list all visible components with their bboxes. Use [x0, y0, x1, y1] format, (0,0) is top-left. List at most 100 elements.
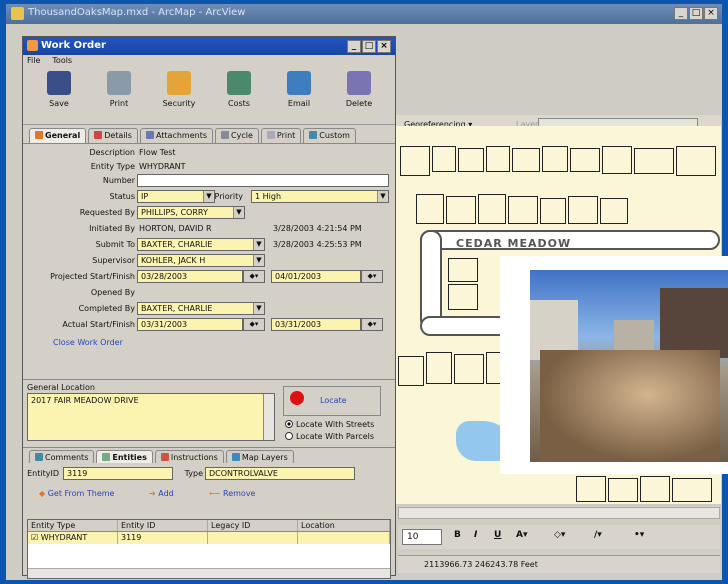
italic-button[interactable]: I — [474, 530, 477, 540]
table-horizontal-scrollbar[interactable] — [28, 568, 390, 578]
radio-locate-parcels[interactable]: Locate With Parcels — [285, 432, 374, 441]
column-entity-id[interactable]: Entity ID — [118, 520, 208, 531]
fill-color-icon[interactable]: ◇▾ — [554, 530, 565, 540]
locate-button[interactable]: Locate — [283, 386, 381, 416]
location-scrollbar[interactable] — [263, 394, 274, 440]
add-button[interactable]: ➜ Add — [149, 489, 174, 498]
priority-label: Priority — [214, 192, 243, 201]
tab-attachments[interactable]: Attachments — [139, 128, 214, 143]
map-parcel — [432, 146, 456, 172]
entities-table-header: Entity Type Entity ID Legacy ID Location — [28, 520, 390, 532]
map-street — [420, 316, 510, 336]
save-button[interactable]: Save — [29, 71, 89, 124]
requested-by-select[interactable]: PHILLIPS, CORRY ▼ — [137, 206, 245, 219]
close-icon[interactable]: × — [377, 40, 391, 53]
minimize-icon[interactable]: _ — [347, 40, 361, 53]
minimize-icon[interactable]: _ — [674, 7, 688, 20]
security-icon — [167, 71, 191, 95]
remove-icon: ⟵ — [209, 489, 224, 498]
delete-button[interactable]: Delete — [329, 71, 389, 124]
number-label: Number — [102, 176, 135, 185]
work-order-menu: File Tools — [23, 55, 395, 67]
checkbox-checked-icon[interactable]: ☑ — [31, 533, 41, 542]
bold-button[interactable]: B — [454, 530, 461, 540]
column-legacy-id[interactable]: Legacy ID — [208, 520, 298, 531]
close-work-order-link[interactable]: Close Work Order — [53, 338, 123, 347]
work-order-titlebar: Work Order _ □ × — [23, 37, 395, 55]
actual-finish-field[interactable]: 03/31/2003 — [271, 318, 361, 331]
projected-finish-field[interactable]: 04/01/2003 — [271, 270, 361, 283]
print-button[interactable]: Print — [89, 71, 149, 124]
tab-general[interactable]: General — [29, 128, 87, 143]
map-parcel — [398, 356, 424, 386]
type-field[interactable]: DCONTROLVALVE — [205, 467, 355, 480]
map-layers-tab-icon — [231, 453, 240, 461]
table-row[interactable]: ☑ WHYDRANT 3119 — [28, 532, 390, 544]
completed-by-select[interactable]: BAXTER, CHARLIE ▼ — [137, 302, 265, 315]
chevron-down-icon[interactable]: ▼ — [253, 239, 264, 250]
maximize-icon[interactable]: □ — [362, 40, 376, 53]
security-button[interactable]: Security — [149, 71, 209, 124]
marker-color-icon[interactable]: •▾ — [634, 530, 644, 540]
radio-locate-streets[interactable]: Locate With Streets — [285, 420, 374, 429]
street-photo-frame — [500, 256, 728, 474]
tab-comments[interactable]: Comments — [29, 450, 95, 463]
chevron-down-icon[interactable]: ▼ — [253, 255, 264, 266]
map-horizontal-scrollbar[interactable] — [398, 507, 720, 519]
chevron-down-icon[interactable]: ▼ — [377, 191, 388, 202]
map-parcel — [570, 148, 600, 172]
map-parcel — [602, 146, 632, 174]
location-textarea[interactable]: 2017 FAIR MEADOW DRIVE — [27, 393, 275, 441]
photo-house — [660, 288, 728, 358]
actual-finish-spinner[interactable]: ◆▾ — [361, 318, 383, 331]
column-location[interactable]: Location — [298, 520, 390, 531]
tab-entities[interactable]: Entities — [96, 450, 153, 463]
map-parcel — [512, 148, 540, 172]
cell-entity-type: ☑ WHYDRANT — [28, 532, 118, 544]
projected-start-spinner[interactable]: ◆▾ — [243, 270, 265, 283]
print-icon — [107, 71, 131, 95]
close-icon[interactable]: × — [704, 7, 718, 20]
maximize-icon[interactable]: □ — [689, 7, 703, 20]
instructions-tab-icon — [160, 453, 169, 461]
map-parcel — [446, 196, 476, 224]
tab-instructions[interactable]: Instructions — [154, 450, 224, 463]
supervisor-select[interactable]: KOHLER, JACK H ▼ — [137, 254, 265, 267]
costs-button[interactable]: Costs — [209, 71, 269, 124]
entity-type-value: WHYDRANT — [139, 162, 186, 171]
tab-cycle[interactable]: Cycle — [215, 128, 259, 143]
tab-print[interactable]: Print — [260, 128, 302, 143]
font-size-select[interactable]: 10 — [402, 529, 442, 545]
custom-tab-icon — [309, 131, 318, 139]
remove-button[interactable]: ⟵ Remove — [209, 489, 255, 498]
entities-tab-icon — [102, 453, 111, 461]
font-color-icon[interactable]: A▾ — [516, 530, 527, 540]
actual-start-field[interactable]: 03/31/2003 — [137, 318, 243, 331]
get-from-theme-button[interactable]: ◆ Get From Theme — [39, 489, 114, 498]
work-order-toolbar: Save Print Security Costs Email Delete — [23, 67, 395, 125]
menu-tools[interactable]: Tools — [52, 56, 72, 66]
tab-map-layers[interactable]: Map Layers — [225, 450, 294, 463]
email-button[interactable]: Email — [269, 71, 329, 124]
map-parcel — [416, 194, 444, 224]
initiated-by-label: Initiated By — [89, 224, 135, 233]
radio-selected-icon — [285, 420, 293, 428]
number-field[interactable] — [137, 174, 389, 187]
underline-button[interactable]: U — [494, 530, 501, 540]
chevron-down-icon[interactable]: ▼ — [253, 303, 264, 314]
chevron-down-icon[interactable]: ▼ — [233, 207, 244, 218]
map-parcel — [676, 146, 716, 176]
priority-select[interactable]: 1 High ▼ — [251, 190, 389, 203]
initiated-by-value: HORTON, DAVID R — [139, 224, 212, 233]
projected-finish-spinner[interactable]: ◆▾ — [361, 270, 383, 283]
menu-file[interactable]: File — [27, 56, 40, 66]
column-entity-type[interactable]: Entity Type — [28, 520, 118, 531]
actual-start-spinner[interactable]: ◆▾ — [243, 318, 265, 331]
general-location-panel: General Location 2017 FAIR MEADOW DRIVE … — [23, 379, 395, 447]
tab-custom[interactable]: Custom — [303, 128, 356, 143]
submit-to-label: Submit To — [95, 240, 135, 249]
tab-details[interactable]: Details — [88, 128, 138, 143]
line-color-icon[interactable]: ∕▾ — [594, 530, 602, 540]
submit-to-select[interactable]: BAXTER, CHARLIE ▼ — [137, 238, 265, 251]
projected-start-field[interactable]: 03/28/2003 — [137, 270, 243, 283]
